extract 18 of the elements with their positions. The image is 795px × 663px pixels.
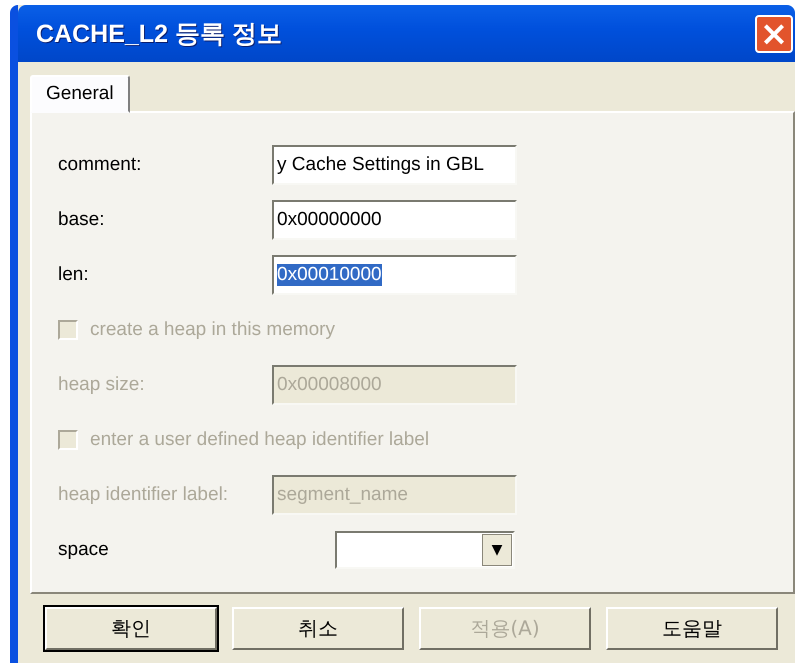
- field-label: len:: [58, 264, 90, 286]
- field-label: comment:: [58, 154, 142, 176]
- field-label: base:: [58, 208, 106, 230]
- dropdown[interactable]: ▼: [335, 530, 515, 568]
- field-label: heap size:: [58, 374, 146, 396]
- checkbox-label: create a heap in this memory: [90, 318, 336, 340]
- input-field[interactable]: y Cache Settings in GBL: [272, 144, 517, 184]
- window-title: CACHE_L2 등록 정보: [36, 19, 283, 50]
- field-label: heap identifier label:: [58, 484, 230, 506]
- input-field[interactable]: 0x00010000: [272, 254, 517, 294]
- tab[interactable]: General: [30, 75, 130, 113]
- dialog-button[interactable]: 확인: [45, 607, 217, 650]
- checkbox-label: enter a user defined heap identifier label: [90, 428, 430, 450]
- dialog-button[interactable]: 취소: [232, 607, 404, 650]
- dialog-button[interactable]: 도움말: [606, 607, 778, 650]
- close-button[interactable]: ×: [755, 14, 793, 52]
- input-field[interactable]: 0x00000000: [272, 200, 517, 240]
- field-label: space: [58, 538, 110, 560]
